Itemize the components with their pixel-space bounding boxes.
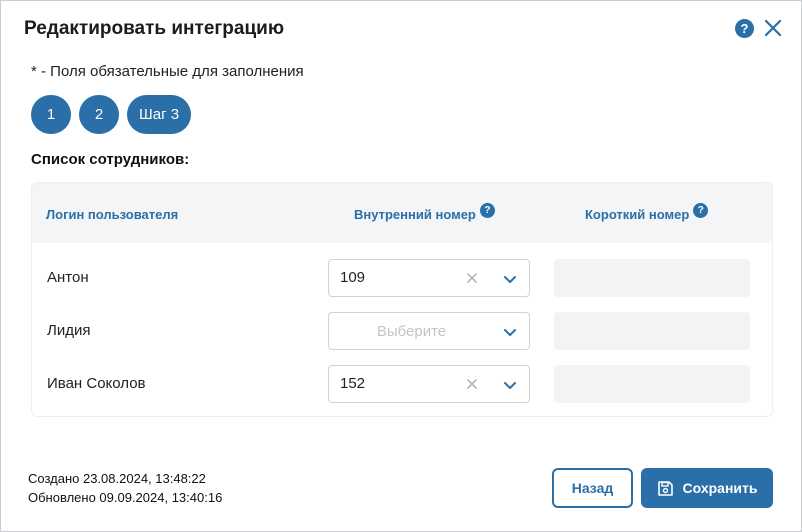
employee-list-title: Список сотрудников:	[31, 151, 190, 168]
internal-number-select[interactable]: 109	[328, 259, 530, 297]
chevron-down-icon[interactable]	[503, 272, 517, 286]
column-header-login: Логин пользователя	[46, 207, 179, 222]
short-number-field[interactable]	[554, 259, 750, 297]
clear-icon[interactable]	[465, 271, 479, 285]
internal-number-select[interactable]: 152	[328, 365, 530, 403]
table-header: Логин пользователя Внутренний номер? Кор…	[32, 183, 772, 243]
employee-name: Антон	[47, 269, 89, 286]
required-fields-note: * - Поля обязательные для заполнения	[31, 63, 304, 80]
employee-name: Лидия	[47, 322, 91, 339]
chevron-down-icon[interactable]	[503, 378, 517, 392]
employee-name: Иван Соколов	[47, 375, 146, 392]
internal-number-select[interactable]: Выберите	[328, 312, 530, 350]
column-header-internal-number: Внутренний номер?	[354, 203, 495, 222]
selected-value: 109	[340, 269, 366, 286]
clear-icon[interactable]	[465, 377, 479, 391]
save-button[interactable]: Сохранить	[641, 468, 773, 508]
step-3-button[interactable]: Шаг 3	[127, 95, 192, 134]
short-number-field[interactable]	[554, 312, 750, 350]
back-button[interactable]: Назад	[552, 468, 633, 508]
step-2-button[interactable]: 2	[79, 95, 119, 134]
floppy-disk-icon	[657, 480, 673, 496]
column-header-short-number: Короткий номер?	[585, 203, 709, 222]
close-icon[interactable]	[763, 18, 783, 38]
save-button-label: Сохранить	[682, 480, 758, 496]
help-icon[interactable]: ?	[693, 203, 709, 218]
chevron-down-icon[interactable]	[503, 325, 517, 339]
employee-table: Логин пользователя Внутренний номер? Кор…	[31, 182, 773, 417]
help-icon[interactable]: ?	[735, 19, 754, 38]
dialog-title: Редактировать интеграцию	[24, 18, 285, 39]
selected-value: 152	[340, 375, 366, 392]
short-number-field[interactable]	[554, 365, 750, 403]
updated-timestamp: Обновлено 09.09.2024, 13:40:16	[28, 490, 223, 505]
help-icon[interactable]: ?	[479, 203, 495, 218]
step-indicator: 1 2 Шаг 3	[31, 95, 192, 134]
edit-integration-dialog: Редактировать интеграцию ? * - Поля обяз…	[0, 0, 802, 532]
select-placeholder: Выберите	[376, 323, 447, 340]
step-1-button[interactable]: 1	[31, 95, 71, 134]
created-timestamp: Создано 23.08.2024, 13:48:22	[28, 471, 206, 486]
